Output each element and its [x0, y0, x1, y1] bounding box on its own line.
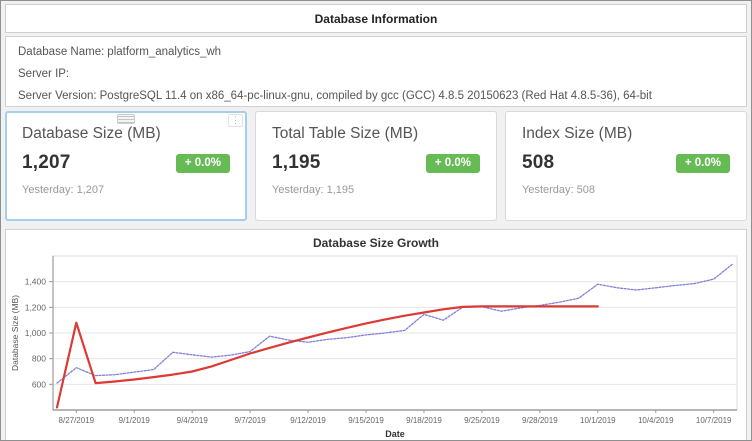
svg-text:9/28/2019: 9/28/2019 — [522, 416, 558, 425]
x-axis: 8/27/2019 9/1/2019 9/4/2019 9/7/2019 9/12/20… — [53, 410, 737, 439]
card-value: 1,207 — [22, 152, 71, 174]
yesterday-value: Yesterday: 1,195 — [272, 184, 480, 196]
change-badge: + 0.0% — [176, 154, 230, 173]
server-ip-label: Server IP: — [18, 68, 69, 80]
database-dashboard: Database Information Database Name:platf… — [0, 0, 752, 441]
database-size-growth-chart: 600 800 1,000 1,200 1,400 Database Size (MB) 8… — [7, 252, 745, 440]
card-index-size[interactable]: Index Size (MB) 508 + 0.0% Yesterday: 50… — [505, 111, 747, 221]
database-information-header: Database Information — [5, 4, 747, 33]
chart-title: Database Size Growth — [6, 236, 746, 252]
svg-text:800: 800 — [32, 354, 46, 364]
svg-text:8/27/2019: 8/27/2019 — [59, 416, 95, 425]
svg-text:1,200: 1,200 — [25, 302, 47, 312]
database-info-panel: Database Name:platform_analytics_wh Serv… — [5, 36, 747, 107]
svg-text:9/15/2019: 9/15/2019 — [348, 416, 384, 425]
server-version-line: Server Version:PostgreSQL 11.4 on x86_64… — [18, 90, 734, 102]
y-axis-title: Database Size (MB) — [10, 295, 20, 371]
card-title: Database Size (MB) — [22, 125, 230, 143]
y-axis: 600 800 1,000 1,200 1,400 Database Size (MB) — [10, 256, 53, 410]
database-size-growth-panel: Database Size Growth 600 800 1,000 1,200 1,4… — [5, 229, 747, 441]
svg-text:9/4/2019: 9/4/2019 — [177, 416, 209, 425]
svg-text:600: 600 — [32, 379, 46, 389]
metric-cards-row: ⋮ Database Size (MB) 1,207 + 0.0% Yester… — [5, 111, 747, 221]
yesterday-value: Yesterday: 1,207 — [22, 184, 230, 196]
change-badge: + 0.0% — [676, 154, 730, 173]
server-ip-line: Server IP: — [18, 68, 734, 80]
svg-text:9/12/2019: 9/12/2019 — [290, 416, 326, 425]
svg-text:10/7/2019: 10/7/2019 — [696, 416, 732, 425]
card-total-table-size[interactable]: Total Table Size (MB) 1,195 + 0.0% Yeste… — [255, 111, 497, 221]
yesterday-value: Yesterday: 508 — [522, 184, 730, 196]
svg-text:9/1/2019: 9/1/2019 — [119, 416, 151, 425]
database-name-value: platform_analytics_wh — [107, 46, 221, 58]
grid — [53, 256, 737, 410]
svg-text:10/1/2019: 10/1/2019 — [580, 416, 616, 425]
svg-text:1,000: 1,000 — [25, 328, 47, 338]
series-trend — [57, 306, 598, 407]
svg-text:10/4/2019: 10/4/2019 — [638, 416, 674, 425]
server-version-label: Server Version: — [18, 90, 97, 102]
svg-text:9/7/2019: 9/7/2019 — [235, 416, 267, 425]
database-name-line: Database Name:platform_analytics_wh — [18, 46, 734, 58]
card-database-size[interactable]: ⋮ Database Size (MB) 1,207 + 0.0% Yester… — [5, 111, 247, 221]
svg-text:1,400: 1,400 — [25, 277, 47, 287]
kebab-menu-icon[interactable]: ⋮ — [228, 114, 243, 127]
card-title: Total Table Size (MB) — [272, 125, 480, 143]
drag-handle-icon[interactable] — [117, 114, 135, 124]
card-title: Index Size (MB) — [522, 125, 730, 143]
svg-text:9/25/2019: 9/25/2019 — [464, 416, 500, 425]
x-axis-title: Date — [385, 429, 405, 439]
server-version-value: PostgreSQL 11.4 on x86_64-pc-linux-gnu, … — [100, 90, 652, 102]
card-value: 508 — [522, 152, 554, 174]
change-badge: + 0.0% — [426, 154, 480, 173]
svg-text:9/18/2019: 9/18/2019 — [406, 416, 442, 425]
page-title: Database Information — [315, 12, 438, 26]
card-value: 1,195 — [272, 152, 321, 174]
database-name-label: Database Name: — [18, 46, 104, 58]
